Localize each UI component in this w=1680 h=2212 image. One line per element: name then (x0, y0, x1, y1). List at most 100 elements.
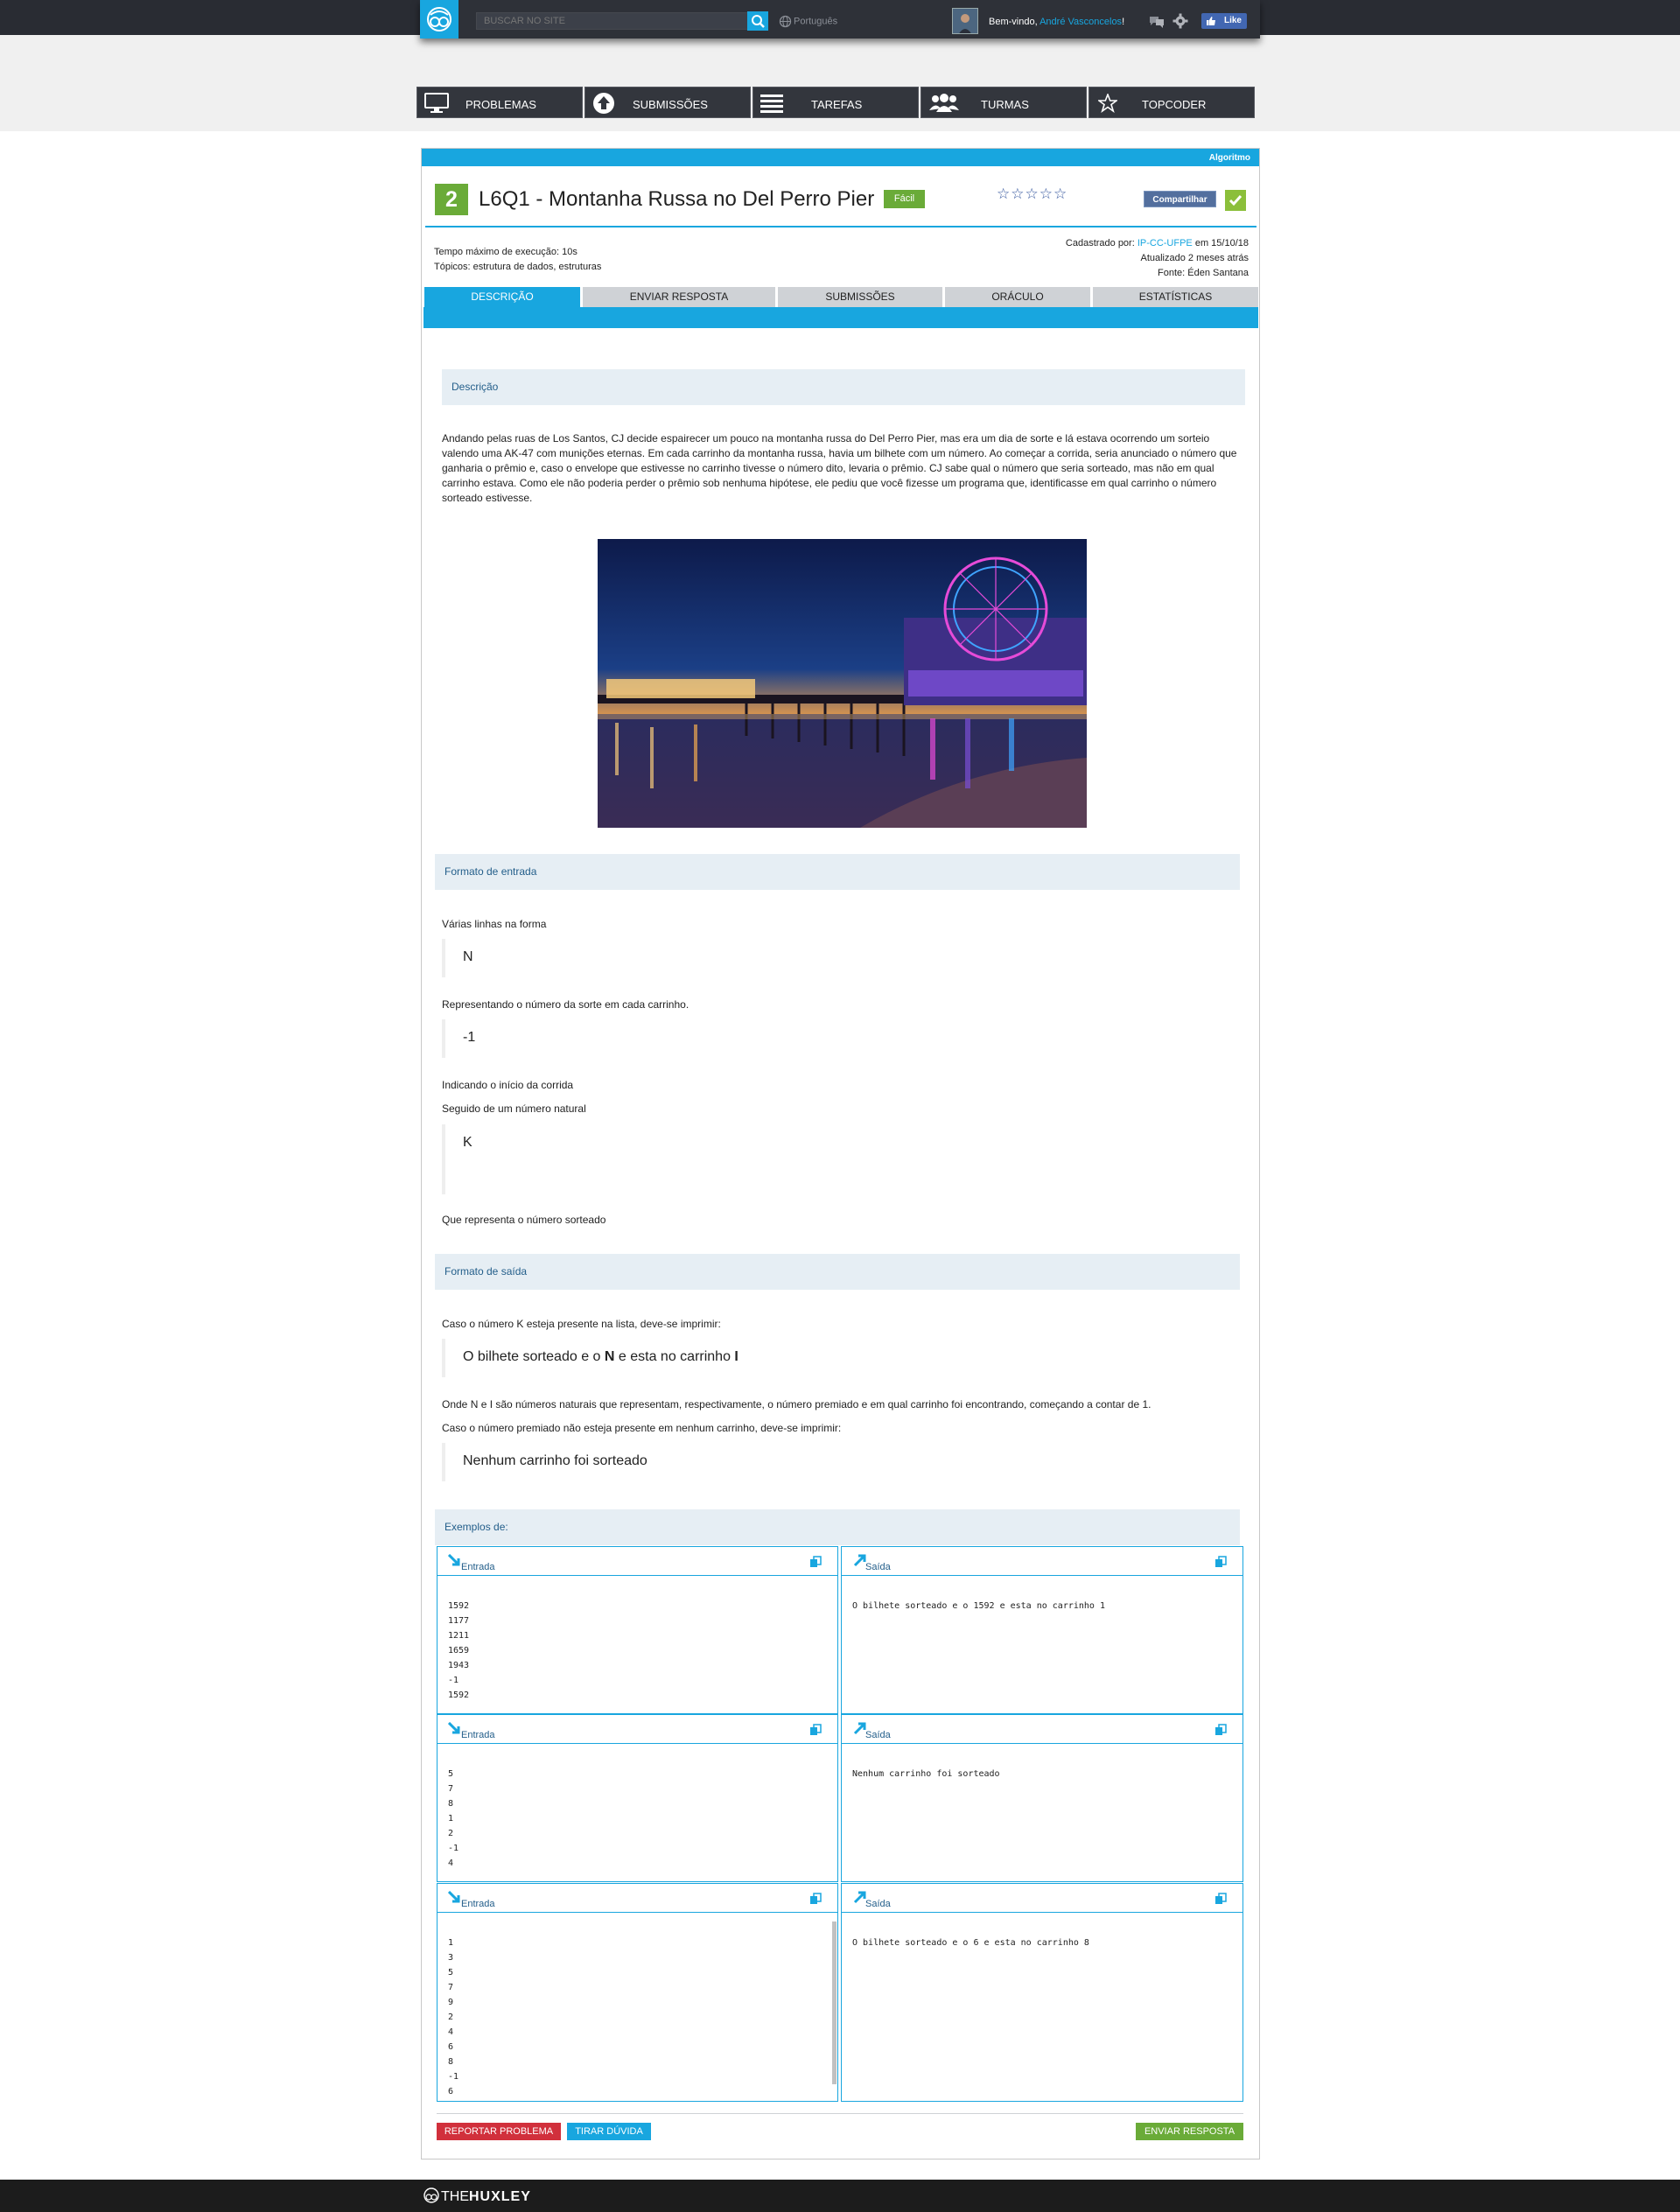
example-output-label: Saída (865, 1562, 891, 1572)
user-name-link[interactable]: André Vasconcelos (1040, 17, 1122, 27)
example-output-box[interactable]: Nenhum carrinho foi sorteado (841, 1744, 1243, 1882)
tab-enviar-resposta[interactable]: ENVIAR RESPOSTA (582, 287, 775, 307)
report-problem-button[interactable]: REPORTAR PROBLEMA (437, 2123, 561, 2140)
arrow-in-icon (448, 1891, 460, 1903)
title-divider (425, 226, 1256, 228)
difficulty-badge: Fácil (884, 190, 925, 208)
description-line: sorteado estivesse. (442, 492, 533, 504)
example-input-header: Entrada (437, 1883, 838, 1913)
tab-strip (424, 307, 1258, 328)
input-quote-k: K (442, 1124, 472, 1194)
nav-tarefas[interactable]: TAREFAS (752, 87, 919, 118)
registered-by: Cadastrado por: IP-CC-UFPE em 15/10/18 (1066, 238, 1249, 248)
huxley-logo-icon (427, 7, 452, 32)
output-quote-i: I (734, 1349, 738, 1364)
page-title: L6Q1 - Montanha Russa no Del Perro Pier (479, 187, 875, 211)
footer-logo[interactable]: THEHUXLEY (422, 2188, 531, 2205)
copy-icon[interactable] (1214, 1724, 1227, 1736)
registered-suffix: em 15/10/18 (1192, 238, 1249, 248)
tab-estatisticas[interactable]: ESTATÍSTICAS (1092, 287, 1258, 307)
copy-icon[interactable] (1214, 1556, 1227, 1568)
star-icon (1098, 94, 1117, 113)
nav-label: TAREFAS (811, 98, 863, 111)
checkmark-icon (1228, 195, 1242, 206)
section-output-heading: Formato de saída (435, 1254, 1240, 1290)
time-limit: Tempo máximo de execução: 10s (434, 247, 578, 257)
example-output-header: Saída (841, 1883, 1243, 1913)
nav-topcoder[interactable]: TOPCODER (1088, 87, 1255, 118)
language-label: Português (794, 16, 838, 27)
input-line-4: Seguido de um número natural (442, 1102, 586, 1115)
example-output-box[interactable]: O bilhete sorteado e o 1592 e esta no ca… (841, 1576, 1243, 1714)
avatar[interactable] (952, 8, 978, 34)
language-selector[interactable]: Português (779, 15, 837, 28)
example-scrollbar[interactable] (832, 1922, 836, 2084)
output-quote-none: Nenhum carrinho foi sorteado (442, 1443, 648, 1481)
example-input-text: 5 7 8 1 2 -1 4 (448, 1769, 459, 1868)
main-nav: PROBLEMAS SUBMISSÕES TAREFAS TURMAS TOPC… (416, 87, 1256, 118)
section-input-heading: Formato de entrada (435, 854, 1240, 890)
section-examples-heading: Exemplos de: (435, 1509, 1240, 1545)
example-input-box[interactable]: 5 7 8 1 2 -1 4 (437, 1744, 838, 1882)
tab-submissoes[interactable]: SUBMISSÕES (777, 287, 942, 307)
example-output-text: Nenhum carrinho foi sorteado (852, 1769, 1000, 1779)
category-bar: Algoritmo (422, 149, 1259, 166)
tab-descricao[interactable]: DESCRIÇÃO (424, 287, 580, 307)
example-input-box[interactable]: 1 3 5 7 9 2 4 6 8 -1 6 (437, 1913, 838, 2102)
copy-icon[interactable] (809, 1724, 822, 1736)
example-input-label: Entrada (461, 1730, 495, 1740)
site-logo[interactable] (420, 0, 458, 38)
welcome-suffix: ! (1122, 17, 1125, 27)
updated-text: Atualizado 2 meses atrás (1140, 253, 1249, 263)
example-input-box[interactable]: 1592 1177 1211 1659 1943 -1 1592 (437, 1576, 838, 1714)
example-output-header: Saída (841, 1714, 1243, 1744)
example-input-label: Entrada (461, 1562, 495, 1572)
nav-label: PROBLEMAS (466, 98, 536, 111)
facebook-like-button[interactable]: Like (1201, 13, 1247, 29)
example-output-text: O bilhete sorteado e o 6 e esta no carri… (852, 1938, 1089, 1948)
input-line-1: Várias linhas na forma (442, 918, 547, 930)
ask-question-button[interactable]: TIRAR DÚVIDA (567, 2123, 651, 2140)
copy-icon[interactable] (809, 1556, 822, 1568)
description-line: Andando pelas ruas de Los Santos, CJ dec… (442, 432, 1210, 444)
copy-icon[interactable] (1214, 1893, 1227, 1905)
description-line: valendo uma AK-47 com munições eternas. … (442, 447, 1237, 459)
pier-image (598, 539, 1087, 828)
input-quote-minus1: -1 (442, 1019, 475, 1058)
solved-check (1225, 190, 1246, 211)
example-input-text: 1592 1177 1211 1659 1943 -1 1592 (448, 1601, 470, 1700)
rating-stars[interactable]: ☆☆☆☆☆ (997, 186, 1068, 203)
problem-panel: Algoritmo 2 L6Q1 - Montanha Russa no Del… (421, 148, 1260, 2160)
thumbs-up-icon (1207, 17, 1215, 25)
example-input-header: Entrada (437, 1714, 838, 1744)
group-icon (929, 94, 959, 112)
footer (0, 2180, 1680, 2212)
source-text: Fonte: Éden Santana (1158, 268, 1249, 278)
search-input[interactable] (476, 12, 749, 30)
tab-oraculo[interactable]: ORÁCULO (944, 287, 1090, 307)
output-line-2: Onde N e I são números naturais que repr… (442, 1398, 1152, 1410)
share-button[interactable]: Compartilhar (1144, 191, 1216, 207)
messages-icon[interactable] (1148, 14, 1166, 31)
topics: Tópicos: estrutura de dados, estruturas (434, 262, 602, 272)
header: Português Bem-vindo, André Vasconcelos! (420, 0, 1260, 38)
submit-answer-button[interactable]: ENVIAR RESPOSTA (1136, 2123, 1243, 2140)
copy-icon[interactable] (809, 1893, 822, 1905)
search-button[interactable] (747, 11, 768, 31)
nav-turmas[interactable]: TURMAS (920, 87, 1087, 118)
welcome-text: Bem-vindo, André Vasconcelos! (989, 17, 1124, 27)
example-output-box[interactable]: O bilhete sorteado e o 6 e esta no carri… (841, 1913, 1243, 2102)
example-input-header: Entrada (437, 1546, 838, 1576)
gear-icon[interactable] (1172, 13, 1188, 32)
nav-problemas[interactable]: PROBLEMAS (416, 87, 583, 118)
list-icon (760, 94, 783, 113)
user-photo-icon (953, 9, 977, 33)
example-output-text: O bilhete sorteado e o 1592 e esta no ca… (852, 1601, 1105, 1611)
registered-by-link[interactable]: IP-CC-UFPE (1138, 238, 1193, 248)
output-quote-part: e esta no carrinho (614, 1349, 735, 1364)
output-line-1: Caso o número K esteja presente na lista… (442, 1318, 721, 1330)
output-quote-part: O bilhete sorteado e o (463, 1349, 605, 1364)
arrow-in-icon (448, 1722, 460, 1734)
monitor-icon (424, 93, 449, 113)
nav-submissoes[interactable]: SUBMISSÕES (584, 87, 751, 118)
